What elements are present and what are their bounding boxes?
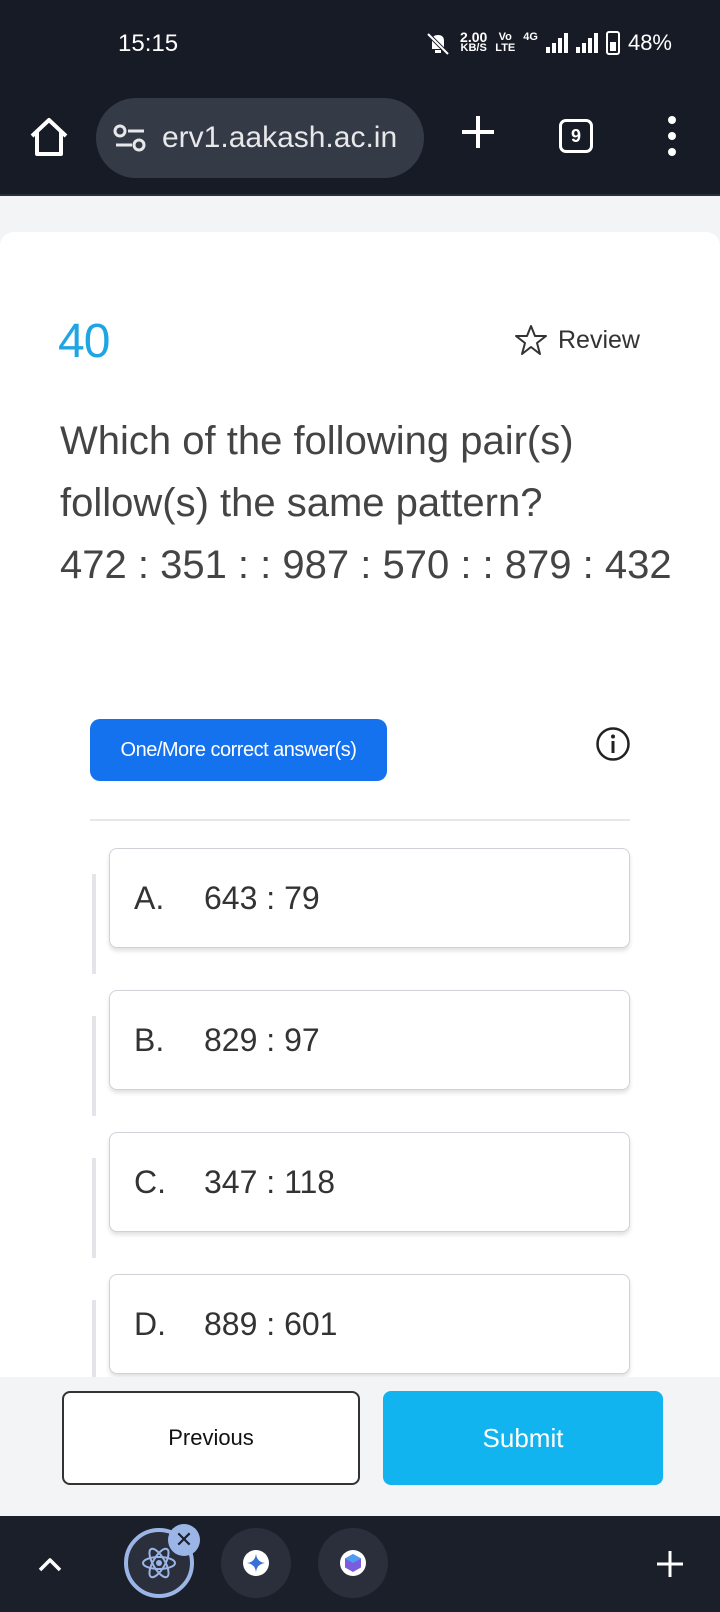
gemini-app-button[interactable] <box>221 1528 291 1598</box>
question-line-2: follow(s) the same pattern? <box>60 481 543 525</box>
review-label: Review <box>558 325 640 354</box>
app-shortcut-button[interactable] <box>318 1528 388 1598</box>
option-text: 347 : 118 <box>204 1163 336 1200</box>
option-bar-d <box>92 1300 96 1377</box>
question-line-1: Which of the following pair(s) <box>60 419 574 463</box>
review-button[interactable]: Review <box>514 324 640 356</box>
divider <box>90 819 630 821</box>
hexagon-app-icon <box>340 1550 366 1576</box>
new-tab-plus-icon[interactable] <box>456 110 500 154</box>
mute-bell-icon <box>426 32 450 56</box>
question-number: 40 <box>58 315 110 368</box>
option-letter: D. <box>134 1305 166 1342</box>
battery-percent: 48% <box>627 30 672 55</box>
net-speed: 2.00 KB/S <box>460 30 487 54</box>
submit-button[interactable]: Submit <box>383 1391 663 1485</box>
option-text: 889 : 601 <box>204 1305 338 1342</box>
battery-icon <box>605 31 620 55</box>
signal-icon-2 <box>575 33 598 53</box>
option-b[interactable]: B. 829 : 97 <box>109 990 630 1090</box>
previous-button[interactable]: Previous <box>62 1391 360 1485</box>
question-card: 40 Review Which of the following pair(s)… <box>0 232 720 1377</box>
chevron-up-icon[interactable] <box>36 1550 64 1578</box>
option-d[interactable]: D. 889 : 601 <box>109 1274 630 1374</box>
option-letter: B. <box>134 1021 165 1058</box>
option-letter: C. <box>134 1163 166 1200</box>
bottom-toolbar <box>0 1516 720 1612</box>
url-text[interactable]: erv1.aakash.ac.in <box>162 121 397 155</box>
site-settings-icon[interactable] <box>112 123 148 153</box>
network-type: 4G <box>523 30 538 43</box>
option-c[interactable]: C. 347 : 118 <box>109 1132 630 1232</box>
option-text: 643 : 79 <box>204 879 320 916</box>
status-bar: 15:15 2.00 KB/S Vo LTE 4G 48% <box>0 0 720 92</box>
option-letter: A. <box>134 879 165 916</box>
home-icon[interactable] <box>26 114 72 160</box>
status-time: 15:15 <box>118 30 179 57</box>
close-icon[interactable]: ✕ <box>168 1524 200 1556</box>
status-icons: 2.00 KB/S Vo LTE 4G 48% <box>424 30 672 56</box>
tab-switcher-button[interactable]: 9 <box>559 119 593 153</box>
add-plus-icon[interactable] <box>654 1548 686 1580</box>
question-line-3: 472 : 351 : : 987 : 570 : : 879 : 432 <box>60 543 672 587</box>
star-icon <box>515 325 547 355</box>
option-bar-a <box>92 874 96 974</box>
address-bar[interactable]: erv1.aakash.ac.in <box>96 98 424 178</box>
overflow-menu-icon[interactable] <box>660 116 684 156</box>
info-icon[interactable] <box>595 726 631 762</box>
signal-icon <box>545 33 568 53</box>
question-text: Which of the following pair(s) follow(s)… <box>60 410 672 596</box>
volte-indicator: Vo LTE <box>495 32 515 54</box>
volte-bottom: LTE <box>495 42 516 54</box>
sparkle-icon <box>243 1550 269 1576</box>
option-bar-b <box>92 1016 96 1116</box>
option-bar-c <box>92 1158 96 1258</box>
answer-type-badge: One/More correct answer(s) <box>90 719 387 781</box>
option-a[interactable]: A. 643 : 79 <box>109 848 630 948</box>
browser-toolbar: erv1.aakash.ac.in 9 <box>0 92 720 196</box>
net-speed-unit: KB/S <box>460 42 487 54</box>
option-text: 829 : 97 <box>204 1021 320 1058</box>
